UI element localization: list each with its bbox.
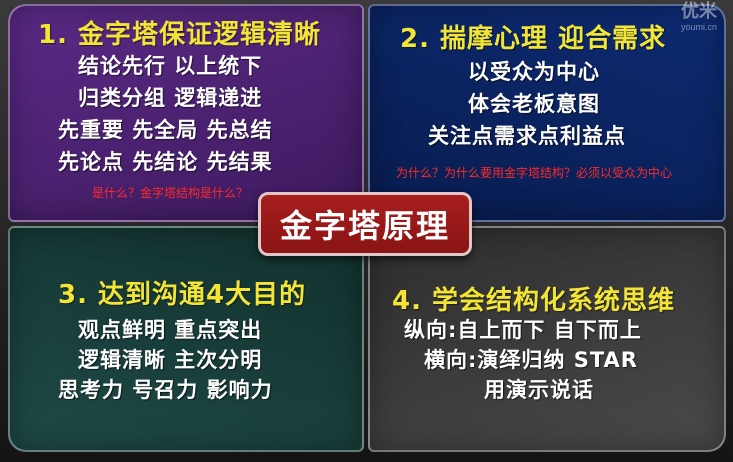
quadrant-3-title: 3. 达到沟通4大目的 [58, 280, 307, 310]
annotation-right: 为什么？为什么要用金字塔结构？必须以受众为中心 [396, 166, 673, 180]
quadrant-1-line-2: 归类分组 逻辑递进 [78, 86, 263, 110]
watermark-brand: 优米 [681, 1, 717, 21]
quadrant-2-title: 2. 揣摩心理 迎合需求 [400, 24, 667, 54]
quadrant-1-line-1: 结论先行 以上统下 [78, 54, 263, 78]
quadrant-3-line-3: 思考力 号召力 影响力 [58, 378, 273, 402]
quadrant-4-line-2: 横向:演绎归纳 STAR [424, 348, 638, 372]
slide-stage: 1. 金字塔保证逻辑清晰 结论先行 以上统下 归类分组 逻辑递进 先重要 先全局… [0, 0, 733, 462]
quadrant-2-line-3: 关注点需求点利益点 [428, 124, 626, 148]
quadrant-3-panel: 3. 达到沟通4大目的 观点鲜明 重点突出 逻辑清晰 主次分明 思考力 号召力 … [8, 226, 364, 452]
annotation-left: 是什么？金字塔结构是什么？ [92, 186, 249, 200]
quadrant-1-title: 1. 金字塔保证逻辑清晰 [38, 20, 322, 50]
quadrant-2-line-2: 体会老板意图 [468, 92, 600, 116]
quadrant-1-line-4: 先论点 先结论 先结果 [58, 150, 273, 174]
quadrant-4-panel: 4. 学会结构化系统思维 纵向:自上而下 自下而上 横向:演绎归纳 STAR 用… [368, 226, 726, 452]
quadrant-3-line-1: 观点鲜明 重点突出 [78, 318, 263, 342]
quadrant-3-line-2: 逻辑清晰 主次分明 [78, 348, 263, 372]
quadrant-4-title: 4. 学会结构化系统思维 [392, 286, 676, 316]
quadrant-4-line-3: 用演示说话 [484, 378, 594, 402]
watermark-site: youmi.cn [680, 22, 717, 32]
quadrant-4-line-1: 纵向:自上而下 自下而上 [404, 318, 642, 342]
watermark-logo: 优米 youmi.cn [669, 0, 729, 36]
center-label: 金字塔原理 [258, 192, 472, 256]
quadrant-1-line-3: 先重要 先全局 先总结 [58, 118, 273, 142]
quadrant-2-panel: 2. 揣摩心理 迎合需求 以受众为中心 体会老板意图 关注点需求点利益点 [368, 4, 726, 222]
quadrant-2-line-1: 以受众为中心 [468, 60, 600, 84]
